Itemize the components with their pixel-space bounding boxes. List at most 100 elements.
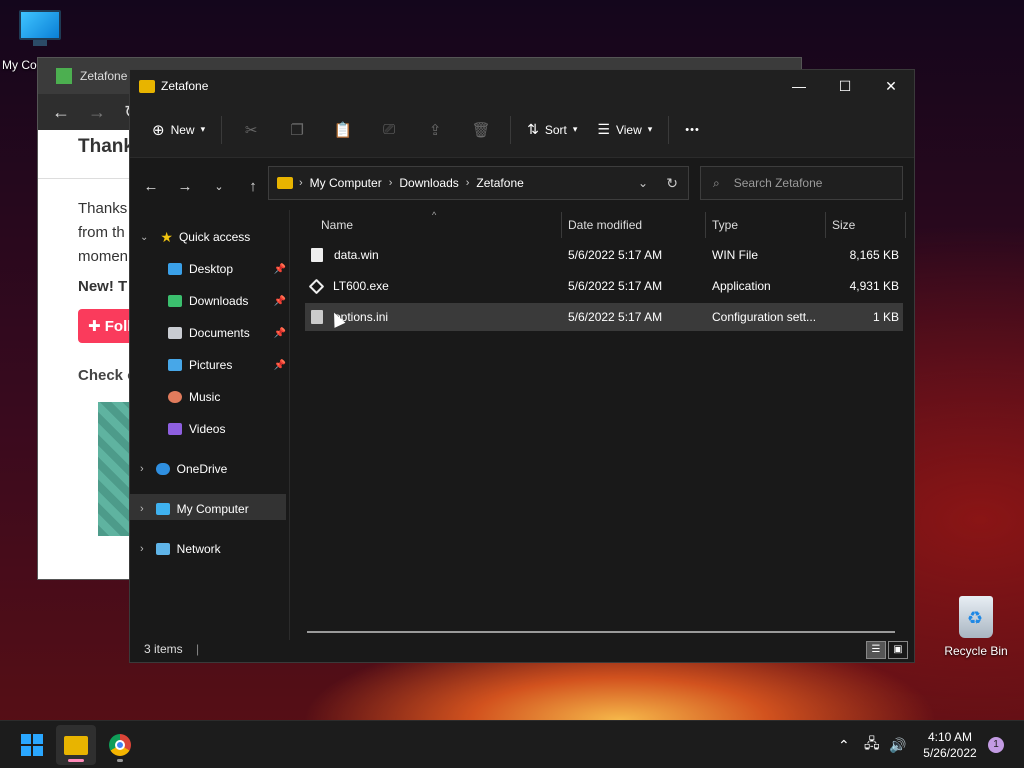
desktop-recycle-bin[interactable]: ♻ Recycle Bin [940,596,1012,658]
document-icon [168,327,182,339]
column-headers: Name ^ Date modified Type Size [305,210,906,238]
nav-onedrive[interactable]: › OneDrive [140,456,227,482]
breadcrumb-my-computer[interactable]: My Computer [310,176,382,190]
maximize-button[interactable]: ☐ [822,70,868,102]
start-button[interactable] [12,725,52,765]
file-row-selected[interactable]: options.ini 5/6/2022 5:17 AM Configurati… [305,303,903,331]
nav-quick-access[interactable]: ⌄ ★ Quick access [140,224,250,250]
paste-icon[interactable]: 📋 [320,114,366,146]
up-arrow-icon[interactable]: ↑ [236,178,270,195]
column-header-type[interactable]: Type [706,212,826,238]
star-icon: ★ [160,228,173,245]
file-type: WIN File [712,248,758,262]
column-header-name[interactable]: Name ^ [305,210,562,238]
settings-file-icon [311,310,323,324]
refresh-icon[interactable]: ↻ [666,175,678,192]
back-arrow-icon[interactable]: ← [52,102,70,123]
rename-icon[interactable]: ⎚ [366,114,412,146]
desktop-my-computer[interactable]: My Co [0,10,80,72]
close-button[interactable]: ✕ [868,70,914,102]
file-icon [311,248,323,262]
search-icon: ⌕ [713,175,720,190]
nav-item-downloads[interactable]: Downloads 📌 [168,288,286,314]
file-date: 5/6/2022 5:17 AM [568,279,663,293]
details-view-icon[interactable]: ☰ [866,641,886,659]
plus-circle-icon: ⊕ [152,121,165,139]
copy-icon[interactable]: ❐ [274,114,320,146]
folder-icon [277,177,293,189]
file-explorer-window[interactable]: Zetafone — ☐ ✕ ⊕ New ▾ ✂ ❐ 📋 ⎚ ⇪ 🗑 ⇅ Sor… [129,69,915,663]
file-name: LT600.exe [333,279,389,293]
more-dots-icon: ••• [685,123,700,136]
chevron-right-icon: › [299,177,303,189]
windows-logo-icon [21,734,43,756]
back-arrow-icon[interactable]: ← [134,178,168,195]
file-size: 8,165 KB [849,248,899,262]
chevron-right-icon: › [140,503,144,515]
file-size: 4,931 KB [849,279,899,293]
recycle-bin-icon: ♻ [959,596,993,638]
breadcrumb-downloads[interactable]: Downloads [399,176,458,190]
nav-item-desktop[interactable]: Desktop 📌 [168,256,286,282]
desktop-icon [168,263,182,275]
nav-item-videos[interactable]: Videos [168,416,225,442]
recent-locations-chevron-icon[interactable]: ⌄ [202,180,236,193]
desktop-icon-label: Recycle Bin [944,644,1008,658]
chevron-down-icon: ▾ [647,124,653,134]
column-header-date[interactable]: Date modified [562,212,706,238]
chevron-right-icon: › [388,177,393,189]
item-count: 3 items [144,642,183,656]
breadcrumb-zetafone[interactable]: Zetafone [476,176,523,190]
forward-arrow-icon[interactable]: → [168,178,202,195]
minimize-button[interactable]: — [776,70,822,102]
chevron-right-icon: › [465,177,470,189]
folder-icon [139,79,155,93]
delete-icon[interactable]: 🗑 [458,114,504,146]
network-status-icon[interactable]: 🖧 [864,721,880,768]
browser-tab-title: Zetafone [80,69,128,83]
clock-date: 5/26/2022 [923,746,977,760]
explorer-titlebar[interactable]: Zetafone — ☐ ✕ [130,70,914,102]
new-button[interactable]: ⊕ New ▾ [142,114,215,146]
address-dropdown-icon[interactable]: ⌄ [638,176,648,190]
view-list-icon: ☰ [597,121,610,137]
file-type: Application [712,279,771,293]
chrome-icon [109,734,131,756]
column-header-size[interactable]: Size [826,212,906,238]
video-icon [168,423,182,435]
nav-item-pictures[interactable]: Pictures 📌 [168,352,286,378]
horizontal-scrollbar[interactable] [307,631,895,633]
view-switcher: ☰ ▣ [866,641,908,659]
file-row[interactable]: LT600.exe 5/6/2022 5:17 AM Application 4… [305,272,903,300]
taskbar-file-explorer[interactable] [56,725,96,765]
tiles-view-icon[interactable]: ▣ [888,641,908,659]
window-title: Zetafone [161,79,209,93]
application-icon [308,278,325,294]
forward-arrow-icon[interactable]: → [88,102,106,123]
search-box[interactable]: ⌕ Search Zetafone [700,166,903,200]
show-hidden-icons-chevron-icon[interactable]: ⌃ [838,721,850,768]
more-options-button[interactable]: ••• [675,114,710,146]
cut-icon[interactable]: ✂ [228,114,274,146]
nav-my-computer[interactable]: › My Computer [140,496,249,522]
address-bar[interactable]: › My Computer › Downloads › Zetafone ⌄ ↻ [268,166,689,200]
taskbar-chrome[interactable] [100,725,140,765]
pin-icon: 📌 [273,327,286,339]
sort-icon: ⇅ [527,121,539,137]
file-row[interactable]: data.win 5/6/2022 5:17 AM WIN File 8,165… [305,241,903,269]
file-date: 5/6/2022 5:17 AM [568,310,663,324]
system-clock[interactable]: 4:10 AM 5/26/2022 [914,729,986,761]
pin-icon: 📌 [273,263,286,275]
nav-item-documents[interactable]: Documents 📌 [168,320,286,346]
file-size: 1 KB [872,310,899,324]
nav-network[interactable]: › Network [140,536,221,562]
chevron-right-icon: › [140,543,144,555]
share-icon[interactable]: ⇪ [412,114,458,146]
file-name: data.win [334,248,379,262]
volume-icon[interactable]: 🔊 [889,721,906,768]
sort-button[interactable]: ⇅ Sort ▾ [517,114,587,146]
notification-badge[interactable]: 1 [988,737,1004,753]
view-button[interactable]: ☰ View ▾ [587,114,662,146]
nav-item-music[interactable]: Music [168,384,220,410]
network-icon [155,543,170,555]
